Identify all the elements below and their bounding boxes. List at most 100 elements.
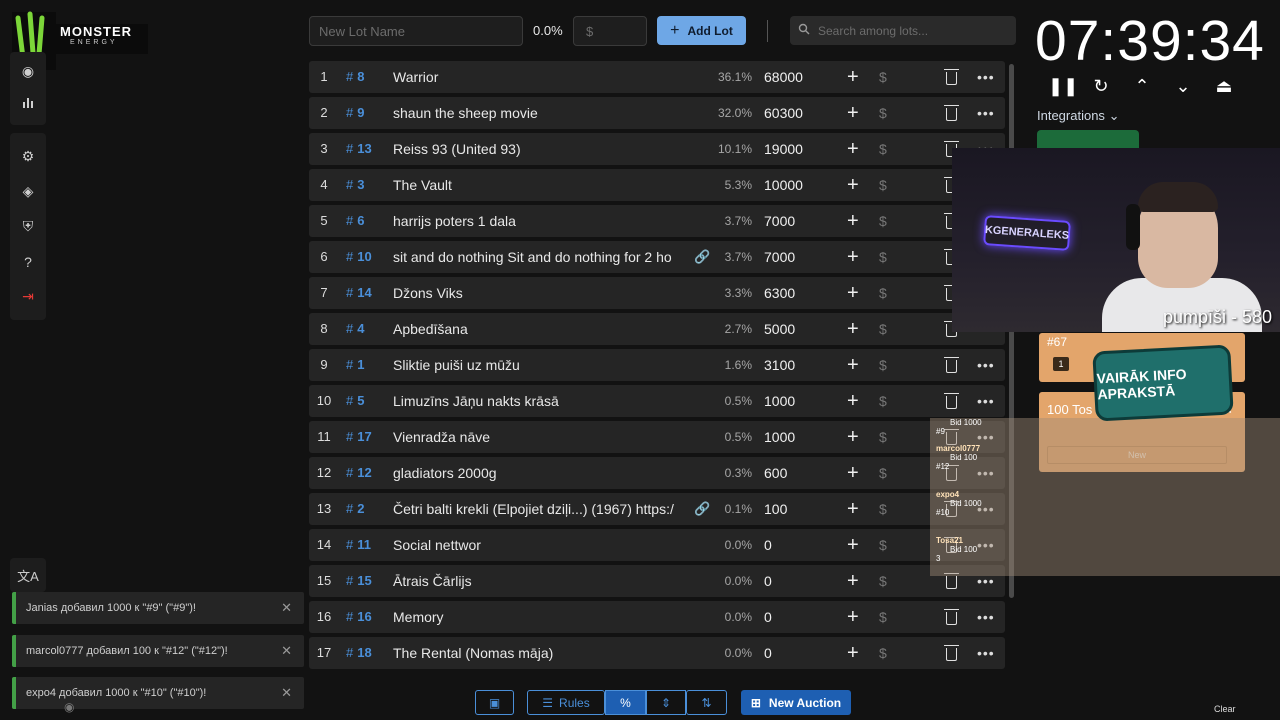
lot-name[interactable]: sit and do nothing Sit and do nothing fo… — [393, 241, 687, 273]
chevron-down-icon[interactable]: ⌄ — [1171, 76, 1195, 98]
dollar-icon[interactable]: $ — [879, 457, 887, 489]
stats-icon[interactable] — [10, 84, 46, 119]
plus-icon[interactable]: + — [847, 313, 859, 345]
lot-name[interactable]: gladiators 2000g — [393, 457, 687, 489]
trash-icon[interactable] — [942, 385, 960, 417]
lot-name[interactable]: Apbedīšana — [393, 313, 687, 345]
plus-icon[interactable]: + — [847, 385, 859, 417]
table-row[interactable]: 7#14Džons Viks3.3%6300+$••• — [309, 277, 1005, 309]
lot-amount[interactable]: 1000 — [764, 385, 795, 417]
table-row[interactable]: 11 #17 Vienradža nāve 0.5% 1000 + $ ••• — [309, 421, 1005, 453]
lot-amount[interactable]: 0 — [764, 529, 772, 561]
table-row[interactable]: 15 #15 Ātrais Čārlijs 0.0% 0 + $ ••• — [309, 565, 1005, 597]
lot-amount[interactable]: 1000 — [764, 421, 795, 453]
new-lot-name-input[interactable] — [309, 16, 523, 46]
integrations-dropdown[interactable]: Integrations ⌄ — [1037, 108, 1119, 124]
close-icon[interactable]: ✕ — [281, 592, 292, 624]
help-icon[interactable]: ? — [10, 244, 46, 279]
plus-icon[interactable]: + — [847, 637, 859, 669]
plus-icon[interactable]: + — [847, 565, 859, 597]
trash-icon[interactable] — [942, 61, 960, 93]
percent-toggle[interactable]: % — [605, 690, 646, 715]
lot-amount[interactable]: 3100 — [764, 349, 795, 381]
table-row[interactable]: 17 #18 The Rental (Nomas māja) 0.0% 0 + $ ••• — [309, 637, 1005, 669]
dollar-icon[interactable]: $ — [879, 241, 887, 273]
dollar-icon[interactable]: $ — [879, 169, 887, 201]
lot-name[interactable]: shaun the sheep movie — [393, 97, 687, 129]
trash-icon[interactable] — [942, 349, 960, 381]
new-auction-button[interactable]: ⊞ New Auction — [741, 690, 851, 715]
dollar-icon[interactable]: $ — [879, 133, 887, 165]
dollar-icon[interactable]: $ — [879, 61, 887, 93]
table-row[interactable]: 9 #1 Sliktie puiši uz mūžu 1.6% 3100 + $ ••• — [309, 349, 1005, 381]
search-input[interactable] — [818, 23, 1008, 38]
lot-amount[interactable]: 100 — [764, 493, 787, 525]
layers-icon[interactable]: ◈ — [10, 174, 46, 209]
plus-icon[interactable]: + — [847, 169, 859, 201]
avatar-icon[interactable]: ◉ — [10, 58, 46, 84]
table-row[interactable]: 8#4Apbedīšana2.7%5000+$••• — [309, 313, 1005, 345]
trash-icon[interactable] — [942, 637, 960, 669]
dollar-icon[interactable]: $ — [879, 313, 887, 345]
chevron-up-icon[interactable]: ⌃ — [1130, 76, 1154, 98]
pause-icon[interactable]: ❚❚ — [1048, 76, 1078, 98]
link-icon[interactable]: 🔗 — [694, 241, 710, 273]
lot-amount[interactable]: 5000 — [764, 313, 795, 345]
plus-icon[interactable]: + — [847, 277, 859, 309]
lot-name[interactable]: The Rental (Nomas māja) — [393, 637, 687, 669]
search-box[interactable] — [790, 16, 1016, 45]
lot-name[interactable]: Džons Viks — [393, 277, 687, 309]
lot-name[interactable]: Ātrais Čārlijs — [393, 565, 687, 597]
lot-name[interactable]: Warrior — [393, 61, 687, 93]
lot-amount[interactable]: 7000 — [764, 205, 795, 237]
table-row[interactable]: 1 #8 Warrior 36.1% 68000 + $ ••• — [309, 61, 1005, 93]
lot-name[interactable]: Vienradža nāve — [393, 421, 687, 453]
lot-name[interactable]: Limuzīns Jāņu nakts krāsā — [393, 385, 687, 417]
lot-name[interactable]: The Vault — [393, 169, 687, 201]
lot-name[interactable]: Četri balti krekli (Elpojiet dziļi...) (… — [393, 493, 687, 525]
more-icon[interactable]: ••• — [977, 349, 995, 381]
lot-amount[interactable]: 600 — [764, 457, 787, 489]
lot-amount[interactable]: 60300 — [764, 97, 803, 129]
eject-icon[interactable]: ⏏ — [1212, 76, 1236, 98]
more-icon[interactable]: ••• — [977, 637, 995, 669]
lot-amount[interactable]: 10000 — [764, 169, 803, 201]
table-row[interactable]: 14 #11 Social nettwor 0.0% 0 + $ ••• — [309, 529, 1005, 561]
plus-icon[interactable]: + — [847, 601, 859, 633]
plus-icon[interactable]: + — [847, 493, 859, 525]
plus-icon[interactable]: + — [847, 205, 859, 237]
link-icon[interactable]: 🔗 — [694, 493, 710, 525]
plus-icon[interactable]: + — [847, 241, 859, 273]
lot-name[interactable]: Memory — [393, 601, 687, 633]
close-icon[interactable]: ✕ — [281, 635, 292, 667]
dollar-icon[interactable]: $ — [879, 97, 887, 129]
clear-button[interactable]: Clear — [1214, 704, 1236, 714]
dollar-icon[interactable]: $ — [879, 421, 887, 453]
lot-amount[interactable]: 0 — [764, 565, 772, 597]
plus-icon[interactable]: + — [847, 421, 859, 453]
plus-icon[interactable]: + — [847, 61, 859, 93]
rules-button[interactable]: ☰ Rules — [527, 690, 605, 715]
eye-icon[interactable]: ◉ — [64, 700, 74, 714]
lot-name[interactable]: Sliktie puiši uz mūžu — [393, 349, 687, 381]
split-button[interactable]: ⇕ — [646, 690, 686, 715]
more-icon[interactable]: ••• — [977, 97, 995, 129]
dollar-icon[interactable]: $ — [879, 637, 887, 669]
table-row[interactable]: 5#6harrijs poters 1 dala3.7%7000+$••• — [309, 205, 1005, 237]
more-icon[interactable]: ••• — [977, 385, 995, 417]
dollar-icon[interactable]: $ — [879, 385, 887, 417]
lot-name[interactable]: Social nettwor — [393, 529, 687, 561]
table-row[interactable]: 3#13Reiss 93 (United 93)10.1%19000+$••• — [309, 133, 1005, 165]
plus-icon[interactable]: + — [847, 457, 859, 489]
save-button[interactable]: ▣ — [475, 690, 514, 715]
add-lot-button[interactable]: + Add Lot — [657, 16, 746, 45]
dollar-icon[interactable]: $ — [879, 205, 887, 237]
plus-icon[interactable]: + — [847, 529, 859, 561]
dollar-icon[interactable]: $ — [879, 529, 887, 561]
lot-name[interactable]: harrijs poters 1 dala — [393, 205, 687, 237]
sort-button[interactable]: ⇅ — [686, 690, 727, 715]
logout-icon[interactable]: ⇥ — [10, 279, 46, 314]
dollar-icon[interactable]: $ — [879, 493, 887, 525]
dollar-icon[interactable]: $ — [879, 565, 887, 597]
dollar-icon[interactable]: $ — [879, 349, 887, 381]
